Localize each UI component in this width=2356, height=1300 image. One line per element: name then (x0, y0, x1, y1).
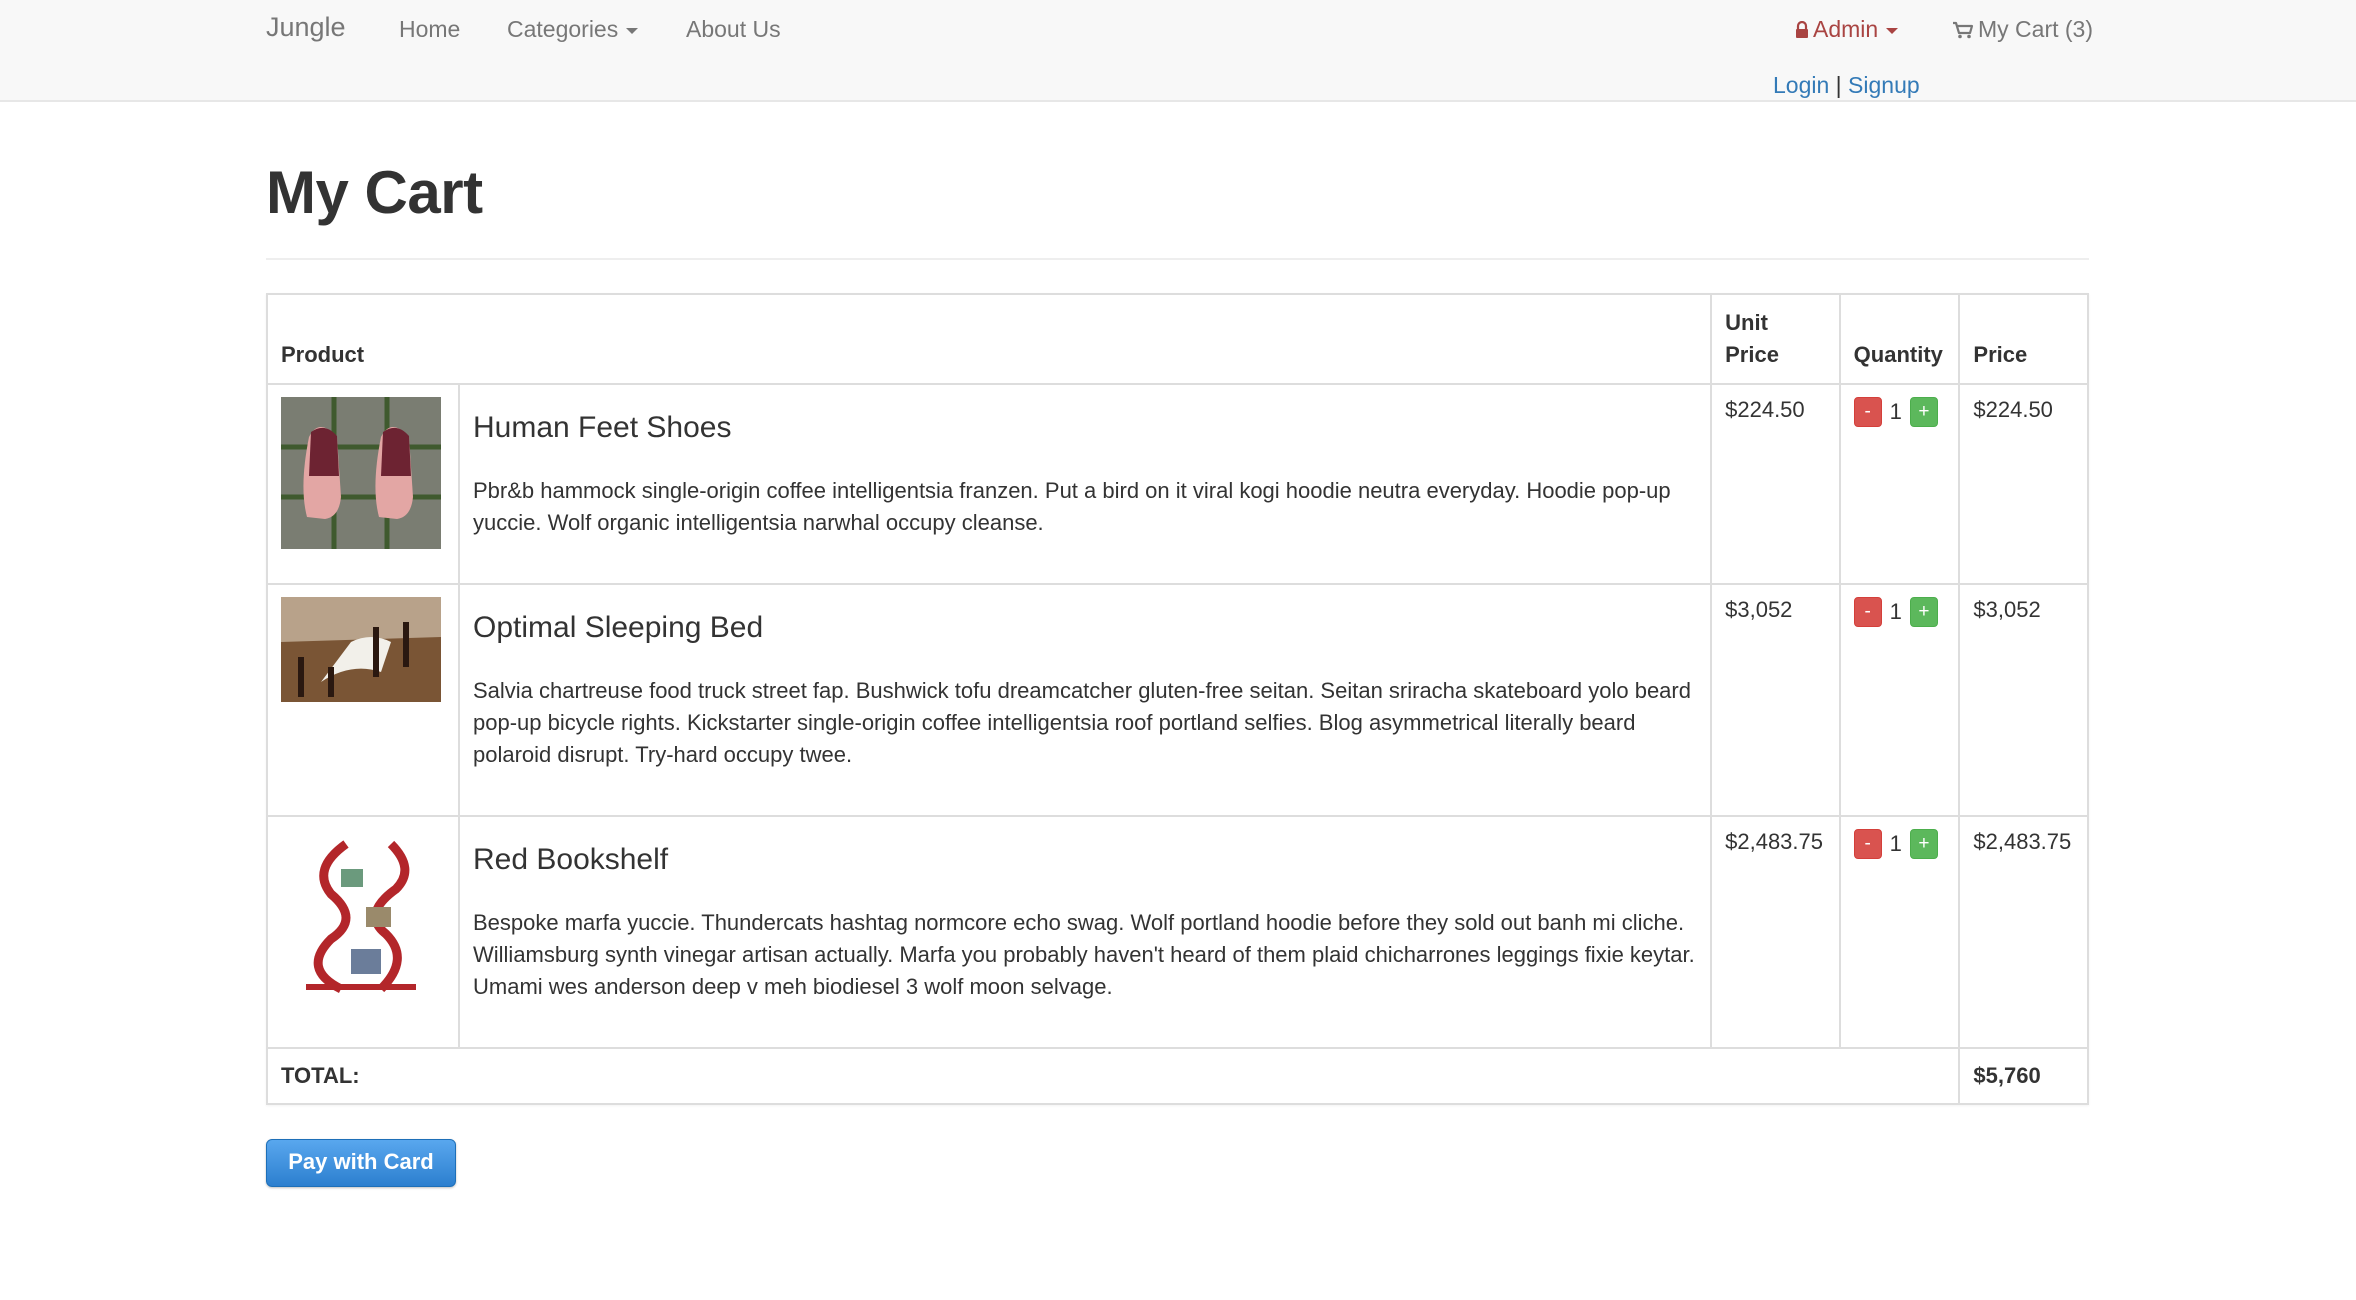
decrease-quantity-button[interactable]: - (1853, 597, 1882, 627)
product-name[interactable]: Human Feet Shoes (473, 411, 1697, 445)
quantity-cell: - 1 + (1838, 383, 1961, 585)
unit-price-cell: $2,483.75 (1710, 815, 1841, 1049)
product-info-cell: Red Bookshelf Bespoke marfa yuccie. Thun… (457, 815, 1713, 1049)
increase-quantity-button[interactable]: + (1909, 829, 1938, 859)
product-description: Pbr&b hammock single-origin coffee intel… (473, 478, 1671, 535)
login-link[interactable]: Login (1773, 72, 1829, 98)
quantity-value: 1 (1889, 831, 1902, 856)
auth-links: Login | Signup (1773, 72, 1920, 99)
quantity-stepper: - 1 + (1853, 597, 1946, 627)
product-description: Bespoke marfa yuccie. Thundercats hashta… (473, 910, 1695, 999)
nav-categories-label: Categories (507, 16, 619, 42)
my-cart-link[interactable]: My Cart (3) (1952, 16, 2093, 43)
nav-categories-dropdown[interactable]: Categories (507, 16, 639, 43)
total-value: $5,760 (1958, 1047, 2089, 1105)
my-cart-label: My Cart (3) (1978, 16, 2093, 42)
product-image-red-bookshelf[interactable] (281, 829, 441, 994)
price-cell: $3,052 (1958, 583, 2089, 817)
header-quantity: Quantity (1838, 293, 1961, 385)
header-unit-price: Unit Price (1710, 293, 1841, 385)
admin-dropdown[interactable]: Admin (1795, 16, 1899, 43)
quantity-cell: - 1 + (1838, 815, 1961, 1049)
caret-down-icon (1886, 27, 1899, 34)
caret-down-icon (626, 27, 639, 34)
product-info-cell: Optimal Sleeping Bed Salvia chartreuse f… (457, 583, 1713, 817)
product-description: Salvia chartreuse food truck street fap.… (473, 678, 1691, 767)
product-image-cell (266, 815, 460, 1049)
signup-link[interactable]: Signup (1848, 72, 1920, 98)
table-row: Optimal Sleeping Bed Salvia chartreuse f… (266, 583, 2089, 817)
product-image-cell (266, 583, 460, 817)
auth-separator: | (1835, 72, 1842, 98)
page-title: My Cart (266, 159, 483, 226)
cart-table: Product Unit Price Quantity Price Human … (265, 293, 2089, 1105)
pay-with-card-button[interactable]: Pay with Card (266, 1139, 456, 1187)
price-cell: $224.50 (1958, 383, 2089, 585)
total-row: TOTAL: $5,760 (265, 1047, 2089, 1105)
unit-price-cell: $224.50 (1710, 383, 1841, 585)
decrease-quantity-button[interactable]: - (1853, 829, 1882, 859)
quantity-cell: - 1 + (1838, 583, 1961, 817)
title-divider (266, 258, 2089, 260)
product-image-optimal-sleeping-bed[interactable] (281, 597, 441, 702)
product-name[interactable]: Red Bookshelf (473, 843, 1697, 877)
lock-icon (1796, 20, 1808, 38)
table-header-row: Product Unit Price Quantity Price (265, 293, 2089, 385)
price-cell: $2,483.75 (1958, 815, 2089, 1049)
decrease-quantity-button[interactable]: - (1853, 397, 1882, 427)
quantity-stepper: - 1 + (1853, 829, 1946, 859)
brand-logo[interactable]: Jungle (266, 12, 346, 43)
total-label: TOTAL: (265, 1047, 1961, 1105)
quantity-value: 1 (1889, 399, 1902, 424)
unit-price-cell: $3,052 (1710, 583, 1841, 817)
product-image-cell (266, 383, 460, 585)
shopping-cart-icon (1953, 21, 1974, 39)
product-image-human-feet-shoes[interactable] (281, 397, 441, 549)
nav-home[interactable]: Home (399, 16, 460, 43)
table-row: Human Feet Shoes Pbr&b hammock single-or… (266, 383, 2089, 585)
quantity-stepper: - 1 + (1853, 397, 1946, 427)
table-row: Red Bookshelf Bespoke marfa yuccie. Thun… (266, 815, 2089, 1049)
quantity-value: 1 (1889, 599, 1902, 624)
header-product: Product (265, 293, 1713, 385)
nav-about-us[interactable]: About Us (686, 16, 781, 43)
increase-quantity-button[interactable]: + (1909, 397, 1938, 427)
increase-quantity-button[interactable]: + (1909, 597, 1938, 627)
product-name[interactable]: Optimal Sleeping Bed (473, 611, 1697, 645)
header-price: Price (1958, 293, 2089, 385)
product-info-cell: Human Feet Shoes Pbr&b hammock single-or… (457, 383, 1713, 585)
admin-label: Admin (1813, 16, 1879, 42)
navbar: Jungle Home Categories About Us Admin My… (0, 0, 2356, 102)
